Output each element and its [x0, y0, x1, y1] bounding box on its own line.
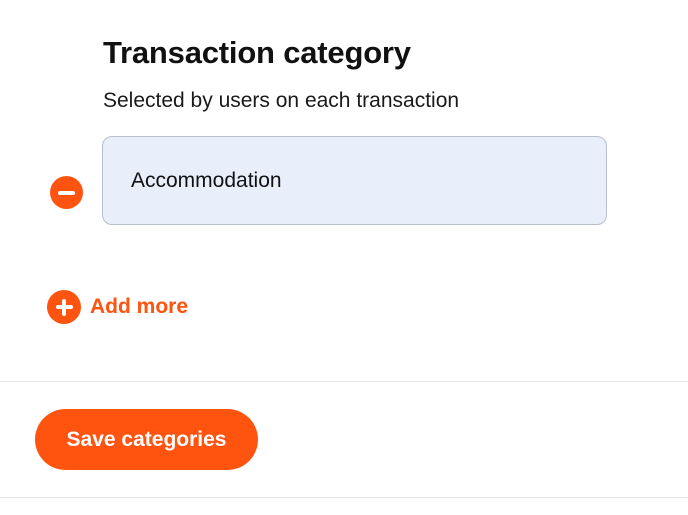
- add-more-label: Add more: [90, 295, 189, 318]
- remove-category-button[interactable]: [50, 176, 83, 209]
- divider: [0, 497, 688, 498]
- category-input[interactable]: [102, 136, 607, 225]
- minus-circle-icon: [58, 190, 75, 195]
- divider: [0, 381, 688, 382]
- save-categories-button[interactable]: Save categories: [35, 409, 258, 470]
- add-more-button[interactable]: Add more: [47, 290, 188, 324]
- section-subtitle: Selected by users on each transaction: [103, 89, 460, 112]
- section-title: Transaction category: [103, 35, 411, 70]
- category-settings-page: Transaction category Selected by users o…: [0, 0, 688, 515]
- plus-circle-icon: [47, 290, 81, 324]
